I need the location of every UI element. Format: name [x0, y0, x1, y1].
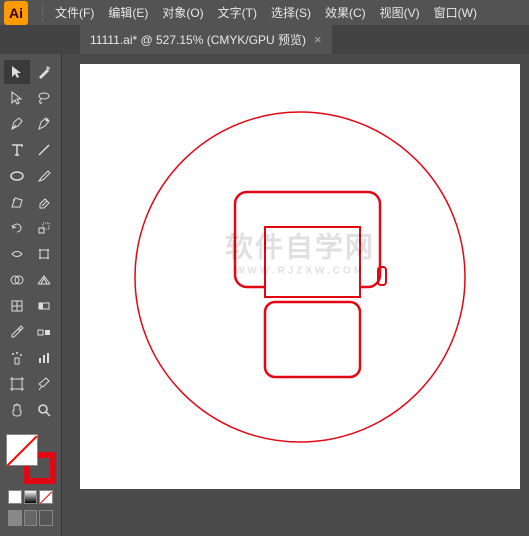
- zoom-tool[interactable]: [32, 398, 58, 422]
- document-tabbar: 11111.ai* @ 527.15% (CMYK/GPU 预览) ×: [0, 25, 529, 54]
- type-tool[interactable]: [4, 138, 30, 162]
- width-tool[interactable]: [4, 242, 30, 266]
- fill-color-icon[interactable]: [6, 434, 38, 466]
- gradient-tool[interactable]: [32, 294, 58, 318]
- tools-panel: [0, 54, 62, 536]
- paintbrush-tool[interactable]: [32, 164, 58, 188]
- menu-edit[interactable]: 编辑(E): [102, 0, 154, 25]
- magic-wand-tool[interactable]: [32, 60, 58, 84]
- ellipse-tool[interactable]: [4, 164, 30, 188]
- tab-label: 11111.ai* @ 527.15% (CMYK/GPU 预览): [90, 31, 306, 48]
- perspective-grid-tool[interactable]: [32, 268, 58, 292]
- gradient-swatch[interactable]: [24, 490, 38, 504]
- document-tab[interactable]: 11111.ai* @ 527.15% (CMYK/GPU 预览) ×: [80, 25, 332, 54]
- menu-effect[interactable]: 效果(C): [319, 0, 372, 25]
- eraser-tool[interactable]: [32, 190, 58, 214]
- eyedropper-tool[interactable]: [4, 320, 30, 344]
- menu-window[interactable]: 窗口(W): [428, 0, 483, 25]
- artwork-content: [120, 97, 480, 457]
- lasso-tool[interactable]: [32, 86, 58, 110]
- draw-behind-icon[interactable]: [24, 510, 38, 526]
- rotate-tool[interactable]: [4, 216, 30, 240]
- line-tool[interactable]: [32, 138, 58, 162]
- color-controls: [4, 428, 57, 530]
- menu-object[interactable]: 对象(O): [156, 0, 209, 25]
- shape-builder-tool[interactable]: [4, 268, 30, 292]
- pen-tool[interactable]: [4, 112, 30, 136]
- menu-type[interactable]: 文字(T): [212, 0, 263, 25]
- selection-tool[interactable]: [4, 60, 30, 84]
- symbol-sprayer-tool[interactable]: [4, 346, 30, 370]
- app-logo-icon: Ai: [4, 1, 28, 25]
- menu-select[interactable]: 选择(S): [265, 0, 317, 25]
- none-swatch[interactable]: [39, 490, 53, 504]
- color-swatch[interactable]: [8, 490, 22, 504]
- column-graph-tool[interactable]: [32, 346, 58, 370]
- draw-inside-icon[interactable]: [39, 510, 53, 526]
- curvature-tool[interactable]: [32, 112, 58, 136]
- artboard[interactable]: 软件自学网 WWW.RJZXW.COM: [80, 64, 520, 489]
- canvas-area: 软件自学网 WWW.RJZXW.COM: [62, 54, 529, 536]
- shaper-tool[interactable]: [4, 190, 30, 214]
- separator: [42, 4, 43, 22]
- free-transform-tool[interactable]: [32, 242, 58, 266]
- close-icon[interactable]: ×: [314, 32, 322, 47]
- workspace: 软件自学网 WWW.RJZXW.COM: [0, 54, 529, 536]
- menu-file[interactable]: 文件(F): [49, 0, 100, 25]
- blend-tool[interactable]: [32, 320, 58, 344]
- hand-tool[interactable]: [4, 398, 30, 422]
- menubar: Ai 文件(F) 编辑(E) 对象(O) 文字(T) 选择(S) 效果(C) 视…: [0, 0, 529, 25]
- mesh-tool[interactable]: [4, 294, 30, 318]
- artboard-tool[interactable]: [4, 372, 30, 396]
- draw-normal-icon[interactable]: [8, 510, 22, 526]
- menu-view[interactable]: 视图(V): [374, 0, 426, 25]
- slice-tool[interactable]: [32, 372, 58, 396]
- scale-tool[interactable]: [32, 216, 58, 240]
- fill-stroke-indicator[interactable]: [6, 434, 56, 484]
- direct-selection-tool[interactable]: [4, 86, 30, 110]
